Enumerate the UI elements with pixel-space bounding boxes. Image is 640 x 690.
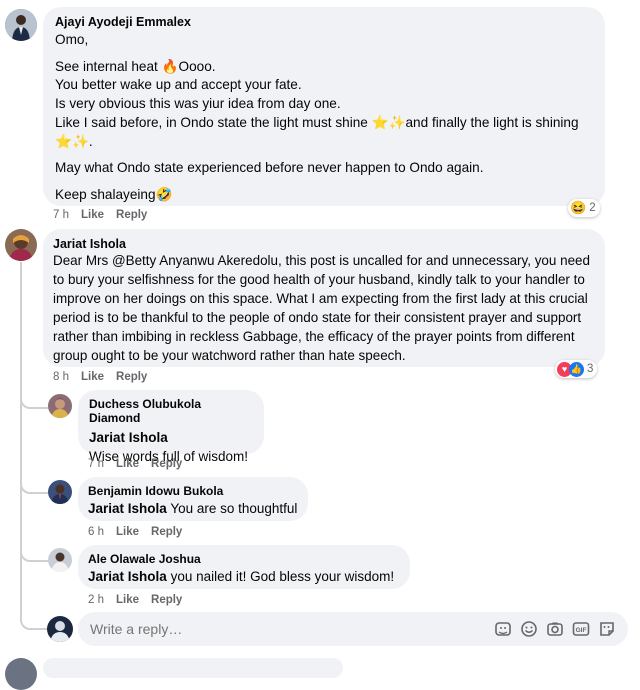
reply-author[interactable]: Duchess Olubukola Diamond [89,397,253,425]
comment-text-line: Keep shalayeing [55,186,156,202]
thread-connector [20,548,48,562]
reply-text: You are so thoughtful [170,501,298,516]
like-reaction-icon: 👍 [569,361,584,377]
reaction-count: 2 [589,202,596,214]
gif-icon[interactable]: GIF [572,620,590,638]
reply-timestamp[interactable]: 2 h [88,594,104,606]
reply-button[interactable]: Reply [151,458,182,470]
reaction-count: 3 [587,363,594,375]
mention-link[interactable]: Jariat Ishola [89,428,253,447]
svg-text:GIF: GIF [576,627,587,634]
sparkles-emoji-icon: ✨ [71,133,89,149]
comment-timestamp[interactable]: 7 h [53,209,69,221]
thread-connector [20,480,48,494]
like-button[interactable]: Like [116,458,139,470]
reaction-summary[interactable]: ♥ 👍 3 [555,360,598,378]
comment-text-line: May what Ondo state experienced before n… [55,160,484,176]
comment-text-line: See internal heat [55,58,162,74]
avatar[interactable] [5,658,37,690]
reply-author[interactable]: Ale Olawale Joshua [88,552,400,566]
reply-text: you nailed it! God bless your wisdom! [170,569,395,584]
avatar[interactable] [5,9,37,41]
comment-text-line: Oooo. [178,58,216,74]
like-button[interactable]: Like [116,526,139,538]
reply-bubble: Duchess Olubukola Diamond Jariat Ishola … [78,390,264,464]
reply-button[interactable]: Reply [151,526,182,538]
reply-author[interactable]: Benjamin Idowu Bukola [88,484,298,498]
comment-text-line: Like I said before, in Ondo state the li… [55,114,372,130]
reply-button[interactable]: Reply [116,371,147,383]
reaction-summary[interactable]: 😆 2 [568,199,600,217]
reply-input-box[interactable]: GIF [78,612,628,646]
comment-bubble: Jariat Ishola Dear Mrs @Betty Anyanwu Ak… [43,229,605,367]
avatar[interactable] [5,229,37,261]
mention-link[interactable]: Jariat Ishola [88,501,167,516]
reply-actions: 7 h Like Reply [88,458,182,470]
thread-connector [20,395,48,409]
like-button[interactable]: Like [81,209,104,221]
emoji-icon[interactable] [520,620,538,638]
comment-text-line: . [88,133,93,149]
comment-actions: 8 h Like Reply [53,371,147,383]
sparkles-emoji-icon: ✨ [388,114,406,130]
comment-author[interactable]: Jariat Ishola [53,237,595,251]
comment-bubble [43,658,343,678]
reply-timestamp[interactable]: 7 h [88,458,104,470]
fire-emoji-icon: 🔥 [161,58,179,74]
comment-text-line: You better wake up and accept your fate. [55,77,302,93]
sticker-face-icon[interactable] [598,620,616,638]
rofl-emoji-icon: 🤣 [155,186,173,202]
comment-text-line: Omo, [55,32,89,47]
reply-button[interactable]: Reply [151,594,182,606]
star-emoji-icon: ⭐ [371,114,389,130]
haha-reaction-icon: 😆 [570,200,587,215]
like-button[interactable]: Like [116,594,139,606]
thread-connector [20,614,48,630]
mention-link[interactable]: Jariat Ishola [88,569,167,584]
thread-line [20,262,22,614]
sticker-icon[interactable] [494,620,512,638]
reply-timestamp[interactable]: 6 h [88,526,104,538]
avatar[interactable] [48,548,72,572]
reply-actions: 2 h Like Reply [88,594,182,606]
reply-bubble: Ale Olawale Joshua Jariat Ishola you nai… [78,545,410,589]
comment-text-line: Is very obvious this was yiur idea from … [55,96,341,112]
current-user-avatar[interactable] [47,616,73,642]
comment-author[interactable]: Ajayi Ayodeji Emmalex [55,15,593,29]
comment-text-line: and finally the light is shining [405,114,579,130]
camera-icon[interactable] [546,620,564,638]
like-button[interactable]: Like [81,371,104,383]
reply-actions: 6 h Like Reply [88,526,182,538]
avatar[interactable] [48,480,72,504]
reply-input[interactable] [90,621,470,637]
comment-actions: 7 h Like Reply [53,209,147,221]
reply-button[interactable]: Reply [116,209,147,221]
star-emoji-icon: ⭐ [55,133,72,149]
comment-text: Dear Mrs @Betty Anyanwu Akeredolu, this … [53,253,590,363]
comment-timestamp[interactable]: 8 h [53,371,69,383]
reply-input-toolbar: GIF [494,620,616,638]
reply-bubble: Benjamin Idowu Bukola Jariat Ishola You … [78,477,308,521]
comment-bubble: Ajayi Ayodeji Emmalex Omo, See internal … [43,7,605,206]
avatar[interactable] [48,394,72,418]
